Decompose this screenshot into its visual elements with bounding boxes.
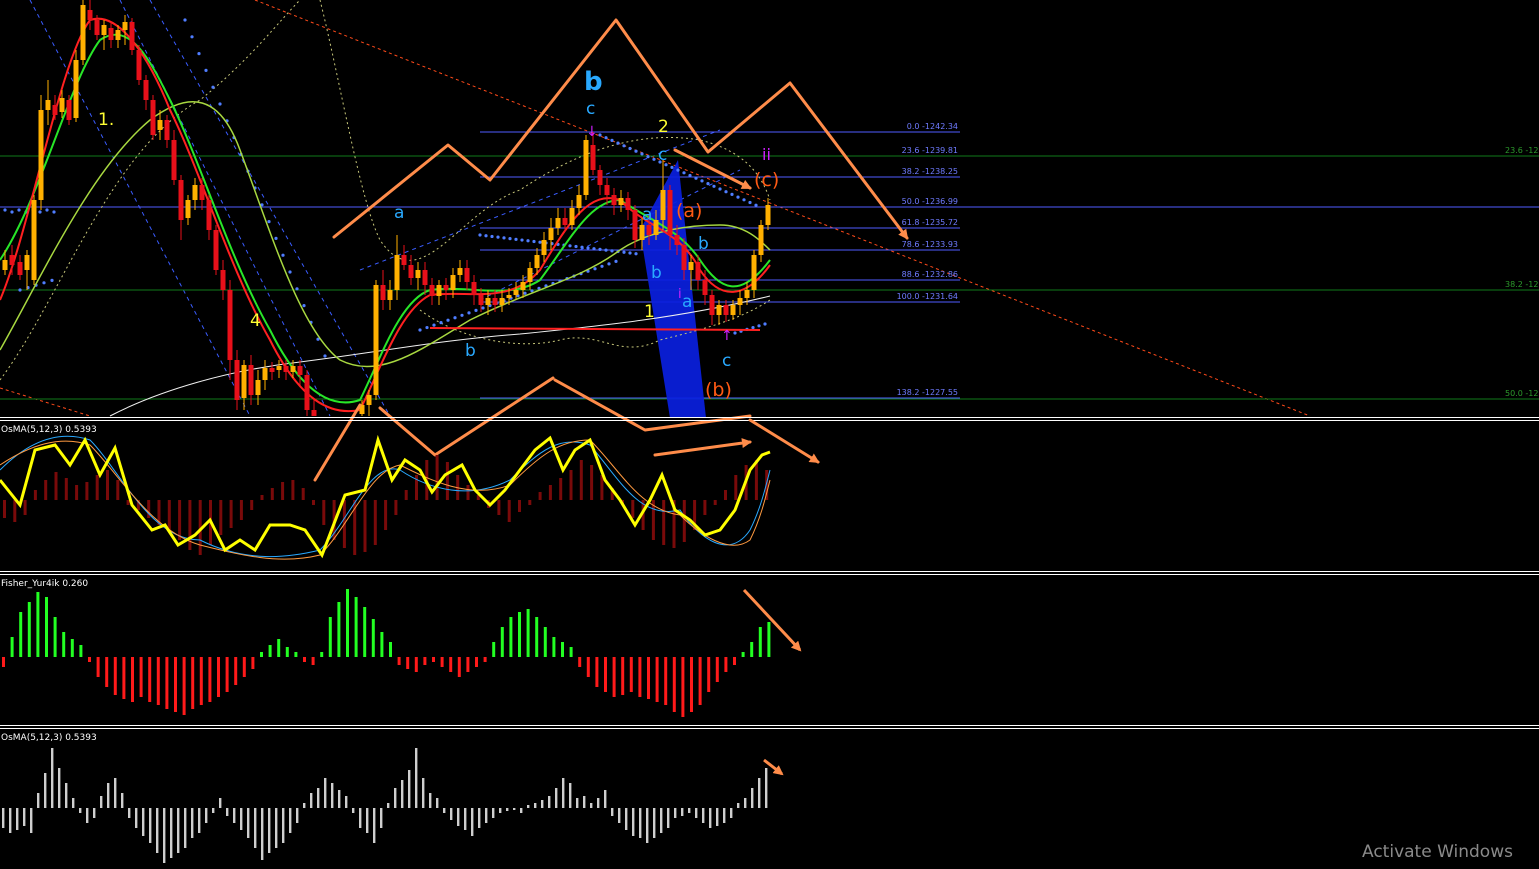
- osma-bottom-histogram: [2, 748, 768, 863]
- forecast-arrow-5: [313, 403, 362, 482]
- osma-top-label: OsMA(5,12,3) 0.5393: [1, 425, 97, 435]
- fisher-arrow: [742, 588, 802, 652]
- wave-label-b-low: b: [465, 341, 476, 361]
- wave-label-b-big: b: [584, 67, 603, 97]
- wave-label-b-paren: (b): [705, 379, 732, 401]
- wave-label-i-low: i: [678, 287, 682, 302]
- fib-level-label: 88.6 -1232.86: [902, 270, 958, 279]
- wave-label-1-left: 1.: [98, 110, 114, 130]
- fib-level-label: 78.6 -1233.93: [902, 240, 958, 249]
- wave-wedge: [640, 160, 706, 418]
- fisher-histogram: [2, 589, 771, 717]
- fib-level-label: 0.0 -1242.34: [907, 122, 958, 131]
- wave-label-ii: ii: [762, 145, 771, 164]
- wave-label-2: 2: [658, 117, 669, 137]
- envelope-lower: [319, 0, 771, 261]
- osma-bottom-panel[interactable]: OsMA(5,12,3) 0.5393: [1, 733, 784, 863]
- osma-bottom-label: OsMA(5,12,3) 0.5393: [1, 733, 97, 743]
- wave-label-4: 4: [250, 311, 261, 331]
- wave-label-a-mid: a: [642, 205, 652, 225]
- wave-label-b-mid: b: [698, 234, 709, 254]
- fib-level-label: 138.2 -1227.55: [897, 388, 958, 397]
- wave-label-a-low: a: [682, 292, 692, 312]
- level-label: 38.2 -12: [1505, 280, 1538, 289]
- activate-windows-watermark: Activate Windows: [1362, 842, 1513, 862]
- fib-level-label: 61.8 -1235.72: [902, 218, 958, 227]
- fib-level-label: 100.0 -1231.64: [897, 292, 958, 301]
- fib-level-label: 38.2 -1238.25: [902, 167, 958, 176]
- peak-arrow-icon: ↓: [586, 124, 598, 140]
- osma-panel[interactable]: OsMA(5,12,3) 0.5393: [0, 418, 820, 560]
- wave-label-a-paren: (a): [676, 200, 702, 222]
- chart-canvas[interactable]: 0.0 -1242.34 23.6 -1239.81 38.2 -1238.25 50…: [0, 0, 1539, 869]
- level-label: 23.6 -12: [1505, 146, 1538, 155]
- wave-label-c-top: c: [586, 99, 595, 119]
- fisher-label: Fisher_Yur4ik 0.260: [1, 579, 88, 589]
- level-label: 50.0 -12: [1505, 389, 1538, 398]
- wave-label-b-mid2: b: [651, 263, 662, 283]
- trough-arrow-icon: ↑: [721, 328, 733, 344]
- wave-label-1-low: 1: [644, 302, 655, 322]
- trendline-left: [0, 387, 91, 417]
- forecast-arrow-2: [378, 376, 555, 457]
- fisher-panel[interactable]: Fisher_Yur4ik 0.260: [1, 579, 802, 717]
- fib-level-label: 50.0 -1236.99: [902, 197, 958, 206]
- wave-label-c-second: c: [658, 145, 667, 165]
- fib-level-label: 23.6 -1239.81: [902, 146, 958, 155]
- wave-label-c-bottom: c: [722, 351, 731, 371]
- price-panel[interactable]: 0.0 -1242.34 23.6 -1239.81 38.2 -1238.25 50…: [0, 0, 1539, 482]
- wave-label-c-paren: (c): [754, 169, 779, 191]
- wave-label-a-left: a: [394, 203, 404, 223]
- panel-separators: [0, 417, 1539, 729]
- support-line: [429, 327, 761, 331]
